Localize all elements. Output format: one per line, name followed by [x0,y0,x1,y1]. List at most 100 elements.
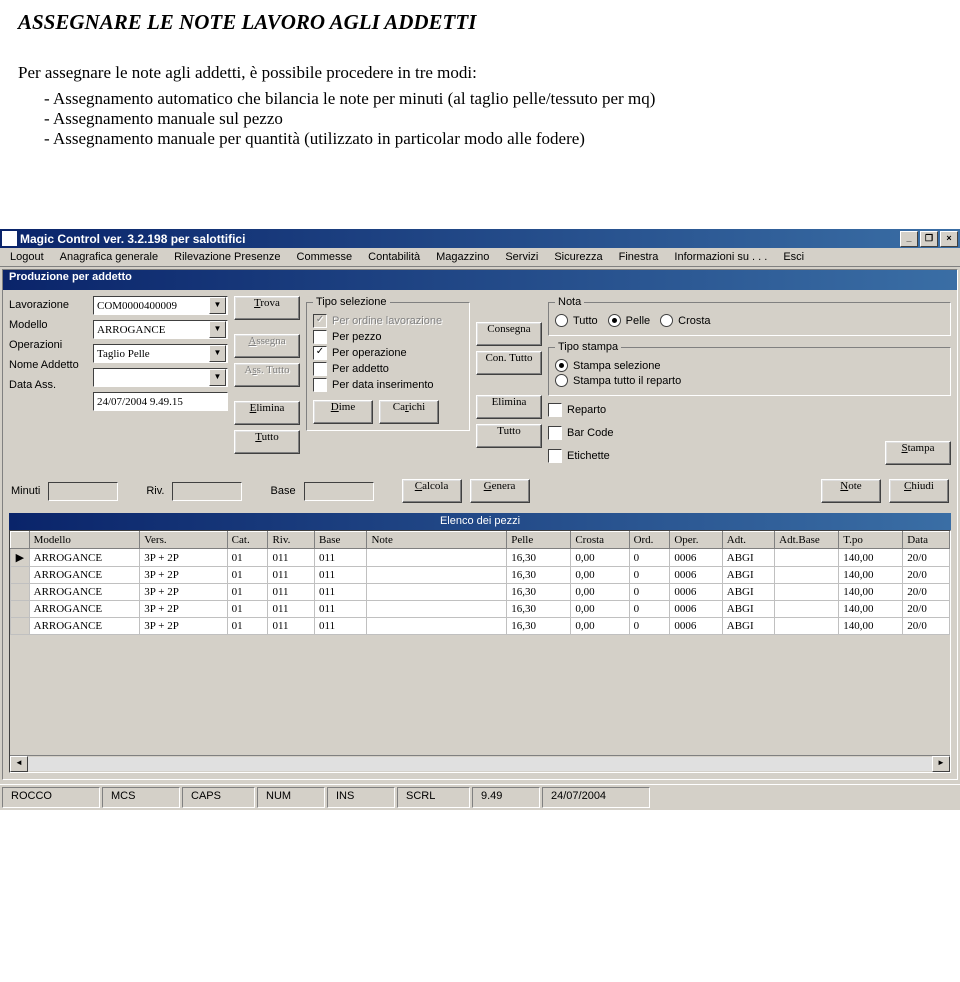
col-header[interactable]: Base [315,532,367,549]
col-header[interactable] [11,532,30,549]
checkbox-per-addetto[interactable]: Per addetto [313,362,463,376]
menu-item[interactable]: Contabilità [368,251,420,263]
base-input[interactable] [304,482,374,501]
cell: 3P + 2P [140,601,227,618]
lavorazione-combo[interactable]: COM0000400009▼ [93,296,228,315]
table-row[interactable]: ARROGANCE3P + 2P0101101116,300,0000006AB… [11,584,950,601]
radio-nota-tutto[interactable]: Tutto [555,314,598,327]
note-button[interactable]: Note [821,479,881,503]
menu-item[interactable]: Anagrafica generale [60,251,158,263]
nota-group: Nota TuttoPelleCrosta [548,296,951,336]
col-header[interactable]: Ord. [629,532,670,549]
ass-tutto-button[interactable]: Ass. Tutto [234,363,300,387]
cell: 16,30 [507,567,571,584]
menu-item[interactable]: Servizi [505,251,538,263]
nome-addetto-combo[interactable]: ▼ [93,368,228,387]
consegna-button[interactable]: Consegna [476,322,542,346]
radio-stampa-1[interactable]: Stampa tutto il reparto [555,374,944,387]
tutto2-button[interactable]: Tutto [476,424,542,448]
titlebar: Magic Control ver. 3.2.198 per salottifi… [0,229,960,248]
radio-stampa-0[interactable]: Stampa selezione [555,359,944,372]
cell: 20/0 [903,618,950,635]
col-header[interactable]: T.po [839,532,903,549]
tutto-button[interactable]: Tutto [234,430,300,454]
elimina2-button[interactable]: Elimina [476,395,542,419]
menu-item[interactable]: Logout [10,251,44,263]
restore-button[interactable]: ❐ [920,231,938,247]
genera-button[interactable]: Genera [470,479,530,503]
col-header[interactable]: Pelle [507,532,571,549]
status-cell: 24/07/2004 [542,787,650,808]
menu-item[interactable]: Rilevazione Presenze [174,251,280,263]
cell: 3P + 2P [140,618,227,635]
radio-nota-pelle[interactable]: Pelle [608,314,650,327]
col-header[interactable]: Cat. [227,532,268,549]
col-header[interactable]: Vers. [140,532,227,549]
checkbox-bar-code[interactable]: Bar Code [548,426,613,440]
con-tutto-button[interactable]: Con. Tutto [476,351,542,375]
menu-item[interactable]: Magazzino [436,251,489,263]
checkbox-reparto[interactable]: Reparto [548,403,613,417]
cell: 0006 [670,601,722,618]
operazioni-combo[interactable]: Taglio Pelle▼ [93,344,228,363]
scroll-left-icon[interactable]: ◄ [10,756,28,772]
checkbox-etichette[interactable]: Etichette [548,449,613,463]
cell: 16,30 [507,584,571,601]
menu-item[interactable]: Sicurezza [554,251,602,263]
close-button[interactable]: × [940,231,958,247]
tipo-stampa-group: Tipo stampa Stampa selezione Stampa tutto… [548,341,951,396]
cell: 0,00 [571,567,629,584]
chiudi-button[interactable]: Chiudi [889,479,949,503]
dime-button[interactable]: Dime [313,400,373,424]
checkbox-per-pezzo[interactable]: Per pezzo [313,330,463,344]
calcola-button[interactable]: Calcola [402,479,462,503]
cell: 01 [227,601,268,618]
table-row[interactable]: ARROGANCE3P + 2P0101101116,300,0000006AB… [11,618,950,635]
table-row[interactable]: ▶ARROGANCE3P + 2P0101101116,300,0000006A… [11,549,950,567]
minimize-button[interactable]: _ [900,231,918,247]
cell: 0006 [670,549,722,567]
carichi-button[interactable]: Carichi [379,400,439,424]
app-title: Magic Control ver. 3.2.198 per salottifi… [20,232,245,246]
table-row[interactable]: ARROGANCE3P + 2P0101101116,300,0000006AB… [11,601,950,618]
col-header[interactable]: Note [367,532,507,549]
elimina-button[interactable]: Elimina [234,401,300,425]
cell: 140,00 [839,584,903,601]
assegna-button[interactable]: Assegna [234,334,300,358]
menu-item[interactable]: Commesse [297,251,353,263]
doc-intro: Per assegnare le note agli addetti, è po… [18,63,942,83]
chevron-down-icon: ▼ [209,345,226,362]
trova-button[interactable]: Trova [234,296,300,320]
doc-item: Assegnamento manuale per quantità (utili… [44,129,942,149]
riv-input[interactable] [172,482,242,501]
table-row[interactable]: ARROGANCE3P + 2P0101101116,300,0000006AB… [11,567,950,584]
minuti-input[interactable] [48,482,118,501]
checkbox-icon [313,362,327,376]
cell: ABGI [722,549,774,567]
scroll-right-icon[interactable]: ► [932,756,950,772]
col-header[interactable]: Riv. [268,532,315,549]
col-header[interactable]: Adt.Base [775,532,839,549]
cell: 3P + 2P [140,549,227,567]
table-title: Elenco dei pezzi [9,513,951,530]
modello-combo[interactable]: ARROGANCE▼ [93,320,228,339]
menu-item[interactable]: Esci [783,251,804,263]
menu-item[interactable]: Finestra [619,251,659,263]
col-header[interactable]: Oper. [670,532,722,549]
radio-nota-crosta[interactable]: Crosta [660,314,710,327]
tipo-stampa-legend: Tipo stampa [555,341,621,353]
checkbox-per-data-inserimento[interactable]: Per data inserimento [313,378,463,392]
menu-item[interactable]: Informazioni su . . . [674,251,767,263]
cell [367,567,507,584]
col-header[interactable]: Data [903,532,950,549]
col-header[interactable]: Adt. [722,532,774,549]
cell: 011 [315,618,367,635]
data-ass-input[interactable] [93,392,228,411]
status-cell: ROCCO [2,787,100,808]
col-header[interactable]: Crosta [571,532,629,549]
h-scrollbar[interactable]: ◄ ► [10,755,950,772]
cell: ABGI [722,618,774,635]
stampa-button[interactable]: Stampa [885,441,951,465]
checkbox-per-operazione[interactable]: ✓Per operazione [313,346,463,360]
col-header[interactable]: Modello [29,532,140,549]
